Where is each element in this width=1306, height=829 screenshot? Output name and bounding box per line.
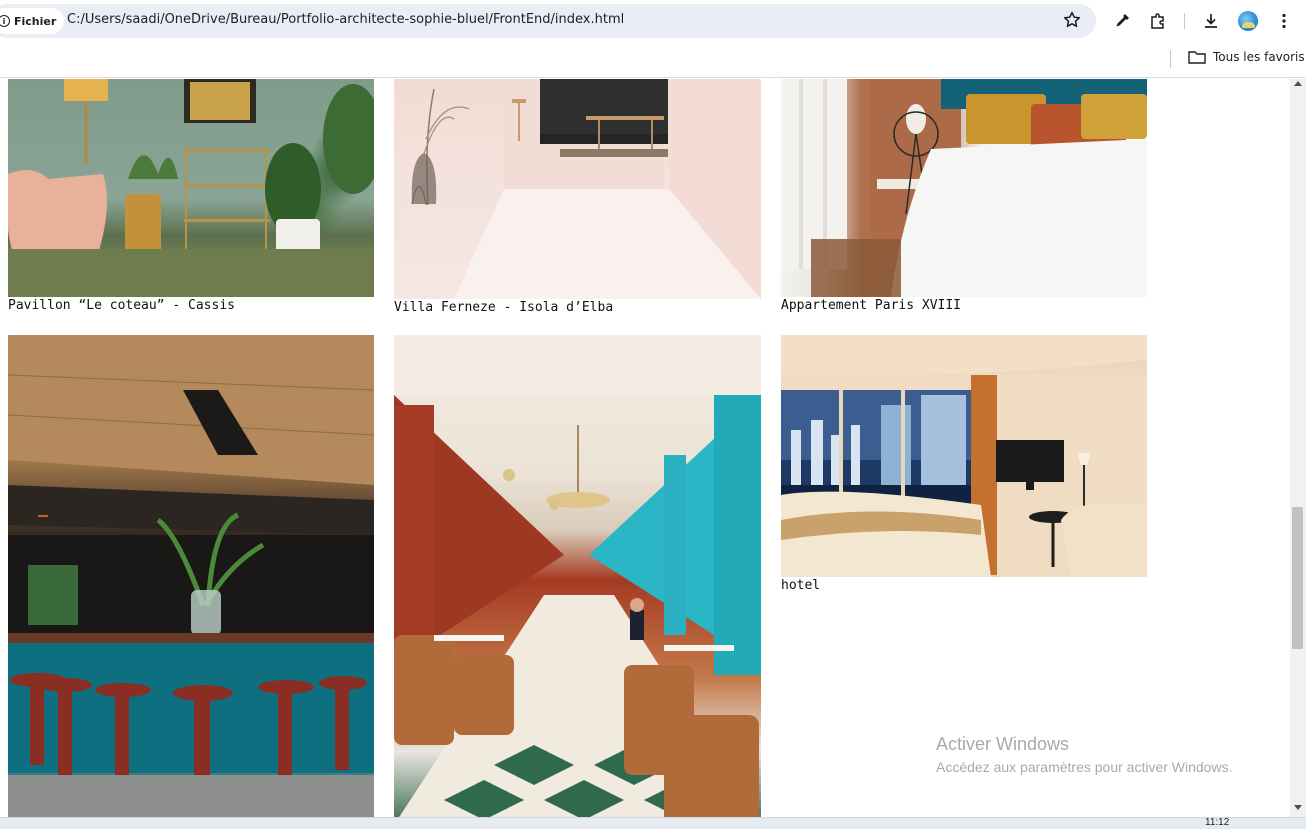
page-viewport: Pavillon “Le coteau” - Cassis Villa Fern… <box>0 79 1290 817</box>
project-image <box>394 335 761 817</box>
project-image <box>8 79 374 297</box>
watermark-subtitle: Accédez aux paramètres pour activer Wind… <box>936 759 1233 775</box>
bookmarks-bar: Tous les favoris <box>0 42 1306 78</box>
download-icon[interactable] <box>1200 10 1222 32</box>
more-menu-icon[interactable] <box>1273 10 1295 32</box>
scroll-up-arrow-icon[interactable] <box>1294 81 1302 86</box>
extensions-icon[interactable] <box>1147 10 1169 32</box>
taskbar-clock: 11:12 <box>1205 817 1230 828</box>
profile-avatar[interactable] <box>1238 11 1258 31</box>
gallery-item <box>394 335 761 817</box>
windows-activation-watermark: Activer Windows Accédez aux paramètres p… <box>936 734 1232 775</box>
bookmarks-divider <box>1170 50 1171 68</box>
watermark-title: Activer Windows <box>936 734 1070 754</box>
info-icon: i <box>0 15 10 27</box>
site-chip-label: Fichier <box>14 14 57 28</box>
browser-toolbar: i Fichier C:/Users/saadi/OneDrive/Bureau… <box>0 0 1306 42</box>
gallery-item: Villa Ferneze - Isola d’Elba <box>394 79 761 319</box>
project-caption: Pavillon “Le coteau” - Cassis <box>8 298 235 313</box>
project-image <box>781 79 1147 297</box>
page-scrollbar[interactable] <box>1290 79 1306 817</box>
project-image <box>394 79 761 299</box>
project-image <box>781 335 1147 577</box>
project-caption: Villa Ferneze - Isola d’Elba <box>394 300 614 315</box>
toolbar-divider <box>1184 13 1185 29</box>
project-image <box>8 335 374 817</box>
gallery-item: Pavillon “Le coteau” - Cassis <box>8 79 374 319</box>
site-info-chip[interactable]: i Fichier <box>0 8 65 34</box>
project-caption: Appartement Paris XVIII <box>781 298 962 313</box>
url-text[interactable]: C:/Users/saadi/OneDrive/Bureau/Portfolio… <box>67 12 624 27</box>
gallery-item: Appartement Paris XVIII <box>781 79 1147 319</box>
star-icon[interactable] <box>1062 10 1082 30</box>
all-favorites-label: Tous les favoris <box>1213 50 1305 64</box>
windows-taskbar <box>0 817 1306 829</box>
gallery-item <box>8 335 374 817</box>
scroll-thumb[interactable] <box>1292 507 1303 649</box>
eyedropper-icon[interactable] <box>1111 10 1133 32</box>
project-caption: hotel <box>781 578 821 593</box>
scroll-down-arrow-icon[interactable] <box>1294 805 1302 810</box>
folder-icon <box>1188 51 1206 64</box>
gallery-item: hotel <box>781 335 1147 597</box>
all-favorites-button[interactable]: Tous les favoris <box>1188 50 1305 64</box>
